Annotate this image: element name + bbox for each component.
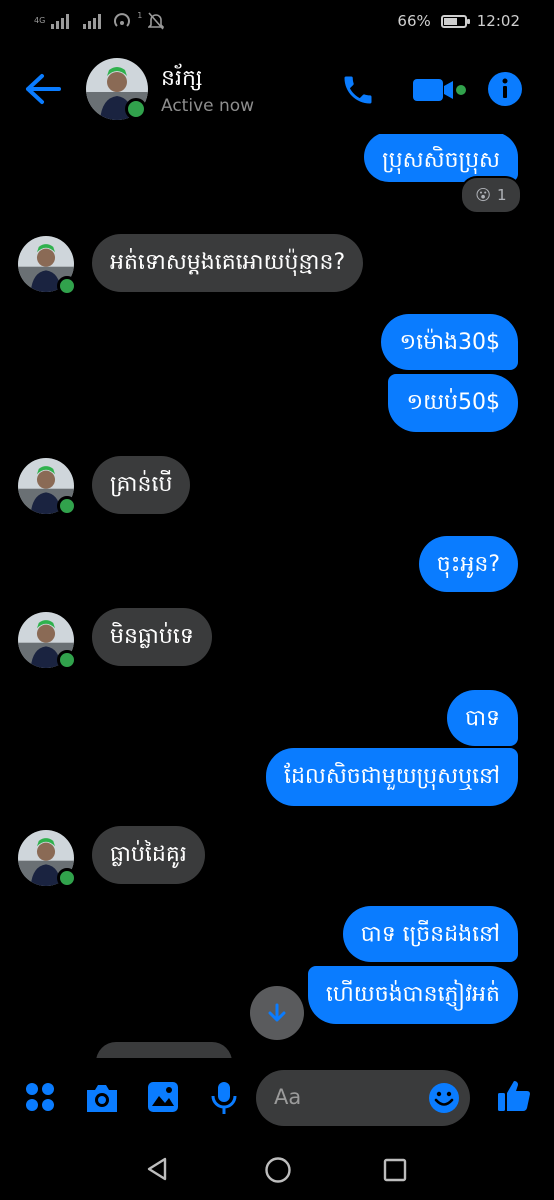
- online-indicator: [57, 868, 77, 888]
- surprised-emoji-icon: 😮: [475, 186, 492, 204]
- clock: 12:02: [476, 12, 520, 30]
- online-indicator: [57, 496, 77, 516]
- message-incoming[interactable]: ធ្លាប់ដៃគូរ: [92, 826, 205, 884]
- nav-home-icon[interactable]: [264, 1156, 292, 1184]
- presence-status: Active now: [161, 96, 255, 116]
- message-outgoing[interactable]: បាទ: [447, 690, 518, 746]
- message-incoming[interactable]: អត់ទោសម្តងគេអោយប៉ុន្មាន?: [92, 234, 364, 292]
- status-left: 4G 1: [34, 11, 165, 30]
- nav-back-icon[interactable]: [145, 1156, 171, 1182]
- battery-icon: [440, 14, 470, 28]
- camera-icon[interactable]: [84, 1082, 120, 1114]
- nav-recents-icon[interactable]: [383, 1158, 407, 1182]
- message-outgoing[interactable]: ១យប់50$: [388, 374, 518, 432]
- conversation-header: នរ័ក្ស Active now: [0, 46, 554, 134]
- message-outgoing[interactable]: ដែលសិចជាមួយប្រុសឬនៅ: [265, 748, 518, 806]
- video-icon[interactable]: [411, 76, 469, 104]
- battery-percent: 66%: [397, 12, 431, 30]
- scroll-to-bottom-button[interactable]: [250, 986, 304, 1040]
- composer-bar: Aa: [0, 1058, 554, 1138]
- message-incoming[interactable]: មិនធ្លាប់ទេ: [92, 608, 212, 666]
- info-icon[interactable]: [487, 71, 523, 107]
- apps-icon[interactable]: [25, 1082, 55, 1112]
- network-type: 4G: [34, 17, 45, 25]
- system-navigation-bar: [0, 1138, 554, 1200]
- signal-icon-2: [83, 13, 102, 29]
- typing-bubble-partial: [96, 1042, 232, 1058]
- gallery-icon[interactable]: [146, 1080, 180, 1114]
- network-label: 4G: [34, 16, 46, 25]
- hotspot-badge: 1: [137, 11, 143, 20]
- message-outgoing[interactable]: ប្រុសសិចប្រុស: [364, 134, 518, 182]
- emoji-icon[interactable]: [428, 1082, 460, 1114]
- message-input-placeholder: Aa: [274, 1085, 302, 1109]
- reaction-badge[interactable]: 😮 1: [460, 176, 522, 214]
- scroll-down-icon: [268, 1003, 286, 1022]
- message-incoming[interactable]: គ្រាន់បើ: [92, 456, 191, 514]
- reaction-count: 1: [497, 186, 507, 204]
- mic-icon[interactable]: [210, 1080, 238, 1116]
- message-outgoing[interactable]: ចុះអូន?: [418, 536, 518, 592]
- message-input[interactable]: Aa: [256, 1070, 470, 1126]
- contact-name[interactable]: នរ័ក្ស: [161, 64, 202, 96]
- status-bar: 4G 1 66% 12:02: [0, 0, 554, 46]
- hotspot-icon: [114, 13, 131, 27]
- online-indicator: [125, 98, 147, 120]
- online-indicator: [57, 650, 77, 670]
- status-right: 66% 12:02: [397, 12, 520, 30]
- phone-icon[interactable]: [340, 72, 376, 108]
- message-outgoing[interactable]: បាទ ច្រើនដងនៅ: [342, 906, 518, 962]
- online-indicator: [57, 276, 77, 296]
- message-outgoing[interactable]: ហើយចង់បានភ្ញៀវអត់: [307, 966, 518, 1024]
- message-list[interactable]: ប្រុសសិចប្រុស 😮 1 អត់ទោសម្តងគេអោយប៉ុន្មា…: [0, 134, 554, 1058]
- like-icon[interactable]: [496, 1078, 532, 1114]
- back-arrow-icon[interactable]: [22, 72, 62, 106]
- message-outgoing[interactable]: ១ម៉ោង30$: [381, 314, 518, 370]
- mute-bell-icon: [148, 12, 165, 30]
- signal-icon: [51, 13, 70, 29]
